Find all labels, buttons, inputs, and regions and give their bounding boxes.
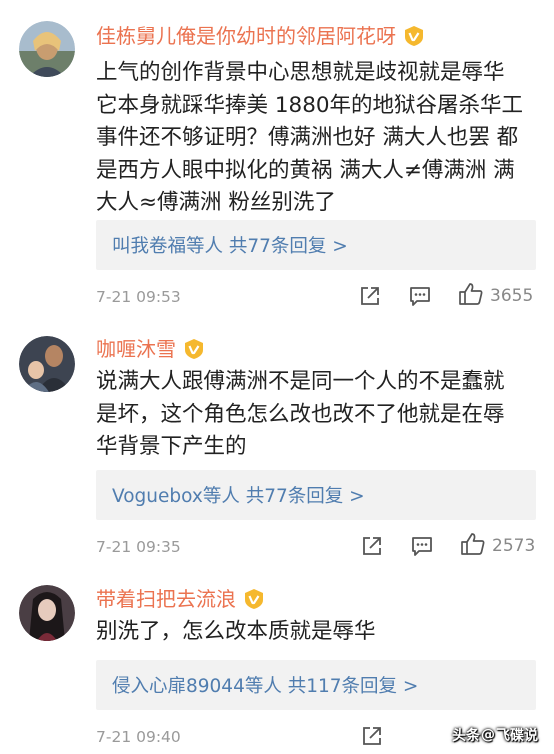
watermark: 头条 @ 飞碟说 [452, 722, 538, 748]
replies-link[interactable]: 叫我卷福等人 共77条回复 > [96, 220, 536, 270]
avatar[interactable] [19, 21, 75, 77]
username-row: 带着扫把去流浪 [96, 584, 266, 614]
comment-text-line: 上气的创作背景中心思想就是歧视就是辱华 [96, 60, 505, 85]
reply-icon[interactable] [408, 283, 432, 309]
replies-label: Voguebox等人 共77条回复 > [112, 486, 365, 507]
comment-footer: 7-21 09:35 2573 [96, 531, 536, 561]
timestamp: 7-21 09:35 [96, 538, 181, 556]
avatar[interactable] [19, 585, 75, 641]
replies-link[interactable]: 侵入心扉89044等人 共117条回复 > [96, 660, 536, 710]
username[interactable]: 佳栋舅儿俺是你幼时的邻居阿花呀 [96, 21, 396, 51]
share-icon[interactable] [360, 723, 384, 749]
comment-text: 说满大人跟傅满洲不是同一个人的不是蠢就 是坏，这个角色怎么改也改不了他就是在辱 … [96, 366, 536, 464]
comment-text-line: 别洗了，怎么改本质就是辱华 [96, 619, 376, 644]
comment-text-line: 大人≈傅满洲 粉丝别洗了 [96, 190, 336, 215]
username-row: 佳栋舅儿俺是你幼时的邻居阿花呀 [96, 21, 426, 51]
watermark-name: 飞碟说 [496, 728, 538, 744]
thumbs-up-icon [460, 532, 486, 560]
like-count: 2573 [492, 536, 536, 556]
comment-text: 别洗了，怎么改本质就是辱华 [96, 616, 536, 649]
comment-footer: 7-21 09:53 3655 [96, 281, 536, 311]
comment-text-line: 是坏，这个角色怎么改也改不了他就是在辱 [96, 401, 505, 427]
like-button[interactable]: 2573 [460, 533, 535, 559]
comment-text: 上气的创作背景中心思想就是歧视就是辱华 它本身就踩华捧美 1880年的地狱谷屠杀… [96, 57, 536, 220]
comment-text-line: 事件还不够证明？傅满洲也好 满大人也罢 都 [96, 125, 519, 150]
timestamp: 7-21 09:53 [96, 288, 181, 306]
vip-badge-icon [402, 25, 426, 47]
thumbs-up-icon [458, 282, 484, 310]
vip-badge-icon [182, 338, 206, 360]
replies-label: 侵入心扉89044等人 共117条回复 > [112, 676, 419, 697]
comment-text-line: 是西方人眼中拟化的黄祸 满大人≠傅满洲 满 [96, 157, 515, 183]
watermark-prefix: 头条 [452, 728, 480, 744]
share-icon[interactable] [358, 283, 382, 309]
replies-label: 叫我卷福等人 共77条回复 > [112, 236, 348, 257]
comment-text-line: 它本身就踩华捧美 1880年的地狱谷屠杀华工 [96, 92, 524, 118]
replies-link[interactable]: Voguebox等人 共77条回复 > [96, 470, 536, 520]
username-row: 咖喱沐雪 [96, 334, 206, 364]
username[interactable]: 咖喱沐雪 [96, 334, 176, 364]
vip-badge-icon [242, 588, 266, 610]
reply-icon[interactable] [410, 533, 434, 559]
username[interactable]: 带着扫把去流浪 [96, 584, 236, 614]
comment-text-line: 华背景下产生的 [96, 434, 247, 459]
like-button[interactable]: 3655 [458, 283, 533, 309]
avatar[interactable] [19, 336, 75, 392]
share-icon[interactable] [360, 533, 384, 559]
comment-text-line: 说满大人跟傅满洲不是同一个人的不是蠢就 [96, 369, 505, 394]
like-count: 3655 [490, 286, 534, 306]
watermark-at: @ [481, 727, 495, 743]
timestamp: 7-21 09:40 [96, 728, 181, 746]
